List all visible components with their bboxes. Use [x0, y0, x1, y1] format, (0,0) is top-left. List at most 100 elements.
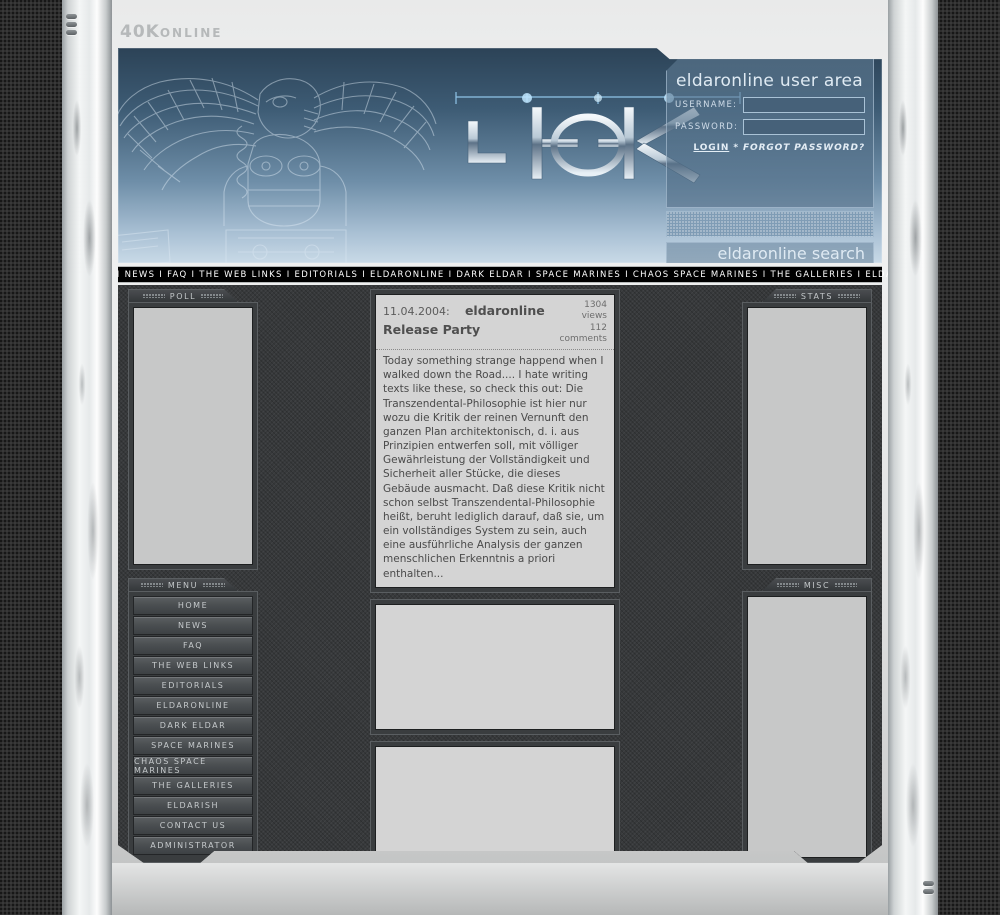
- menu-item-home[interactable]: HOME: [133, 596, 253, 615]
- menu-panel-tab[interactable]: MENU: [128, 578, 238, 591]
- topnav-separator: I: [448, 269, 453, 280]
- news-article-header: 11.04.2004: eldaronline Release Party 13…: [376, 295, 614, 350]
- menu-item-editorials[interactable]: EDITORIALS: [133, 676, 253, 695]
- site-title-main: 40K: [120, 22, 160, 42]
- news-comments-count[interactable]: 112 comments: [560, 323, 607, 346]
- topnav-separator: I: [191, 269, 196, 280]
- menu-item-administrator[interactable]: ADMINISTRATOR: [133, 836, 253, 855]
- topnav-item-the-web-links[interactable]: THE WEB LINKS: [199, 270, 282, 280]
- menu-tab-wrap: MENU: [128, 578, 258, 591]
- stats-panel: STATS: [742, 289, 872, 570]
- stats-content-area: [747, 307, 867, 565]
- menu-item-faq[interactable]: FAQ: [133, 636, 253, 655]
- menu-item-space-marines[interactable]: SPACE MARINES: [133, 736, 253, 755]
- topnav-item-eldarish[interactable]: ELDARISH: [865, 270, 888, 280]
- forgot-password-link[interactable]: FORGOT PASSWORD?: [743, 143, 865, 153]
- poll-panel: POLL: [128, 289, 258, 570]
- misc-panel: MISC: [742, 578, 872, 863]
- topnav-item-eldaronline[interactable]: ELDARONLINE: [370, 270, 445, 280]
- menu-item-the-web-links[interactable]: THE WEB LINKS: [133, 656, 253, 675]
- content-block-3-area: [375, 745, 615, 863]
- topnav-item-the-galleries[interactable]: THE GALLERIES: [771, 270, 854, 280]
- news-body-text: Today something strange happend when I w…: [383, 355, 605, 580]
- stats-panel-title: STATS: [800, 291, 834, 301]
- username-label: USERNAME:: [675, 100, 738, 110]
- main-content-column: 11.04.2004: eldaronline Release Party 13…: [370, 285, 620, 863]
- topnav-separator: I: [857, 269, 862, 280]
- misc-panel-body: [742, 591, 872, 863]
- content-block-2-area: [375, 603, 615, 730]
- user-area-title: eldaronline user area: [676, 71, 863, 91]
- topnav-item-faq[interactable]: FAQ: [167, 270, 187, 280]
- vent-slots-bottom-right: [923, 881, 934, 897]
- right-frame-grunge: [888, 0, 938, 915]
- site-banner: NO MEMBER? REGISTER NOW! eldaronline use…: [118, 48, 882, 263]
- menu-item-news[interactable]: NEWS: [133, 616, 253, 635]
- topnav-item-editorials[interactable]: EDITORIALS: [295, 270, 359, 280]
- register-prompt-line: NO MEMBER? REGISTER NOW!: [694, 48, 865, 52]
- misc-panel-tab[interactable]: MISC: [762, 578, 872, 591]
- poll-panel-title: POLL: [169, 291, 197, 301]
- menu-item-dark-eldar[interactable]: DARK ELDAR: [133, 716, 253, 735]
- topnav-item-space-marines[interactable]: SPACE MARINES: [536, 270, 621, 280]
- news-article-inner: 11.04.2004: eldaronline Release Party 13…: [375, 294, 615, 588]
- right-frame-strip: [888, 0, 938, 915]
- content-block-2: [370, 598, 620, 735]
- poll-tab-wrap: POLL: [128, 289, 258, 302]
- tab-dots-right-icon: [203, 583, 226, 587]
- menu-item-eldarish[interactable]: ELDARISH: [133, 796, 253, 815]
- menu-item-chaos-space-marines[interactable]: CHAOS SPACE MARINES: [133, 756, 253, 775]
- stats-panel-tab[interactable]: STATS: [762, 289, 872, 302]
- menu-list: HOME NEWS FAQ THE WEB LINKS EDITORIALS ELDARO…: [133, 596, 253, 855]
- winged-angel-artwork: [118, 77, 437, 263]
- login-actions: LOGIN * FORGOT PASSWORD?: [667, 135, 873, 153]
- menu-panel-body: HOME NEWS FAQ THE WEB LINKS EDITORIALS ELDARO…: [128, 591, 258, 863]
- topnav-separator: I: [528, 269, 532, 280]
- login-button[interactable]: LOGIN: [693, 143, 729, 153]
- menu-item-the-galleries[interactable]: THE GALLERIES: [133, 776, 253, 795]
- tab-dots-left-icon: [140, 583, 163, 587]
- content-block-3: [370, 740, 620, 863]
- topnav-item-chaos-space-marines[interactable]: CHAOS SPACE MARINES: [633, 270, 759, 280]
- top-navigation-bar[interactable]: HOMEINEWSIFAQITHE WEB LINKSIEDITORIALSIE…: [117, 266, 888, 283]
- layout-shell: POLL MENU HOME NEWS FAQ THE WEB LINKS EDITOR…: [118, 285, 882, 863]
- left-frame-strip: [62, 0, 112, 915]
- decorative-dot-strip: [666, 211, 874, 237]
- poll-panel-body: [128, 302, 258, 570]
- menu-item-eldaronline[interactable]: ELDARONLINE: [133, 696, 253, 715]
- topnav-separator: I: [762, 269, 767, 280]
- site-title-sub: ONLINE: [159, 26, 223, 40]
- news-heading-group: 11.04.2004: eldaronline Release Party: [383, 300, 560, 338]
- tab-dots-right-icon: [838, 294, 861, 298]
- news-views-count: 1304 views: [581, 300, 607, 322]
- topnav-separator: I: [362, 269, 367, 280]
- username-row: USERNAME:: [667, 91, 873, 113]
- register-prompt-text: NO MEMBER?: [694, 48, 762, 52]
- bottom-plate: [112, 863, 888, 915]
- news-article-card: 11.04.2004: eldaronline Release Party 13…: [370, 289, 620, 593]
- menu-panel-title: MENU: [167, 580, 199, 590]
- tab-dots-left-icon: [776, 583, 799, 587]
- search-panel: eldaronline search SEARCH!: [666, 242, 874, 263]
- tab-dots-left-icon: [142, 294, 165, 298]
- menu-panel: MENU HOME NEWS FAQ THE WEB LINKS EDITORIALS E…: [128, 578, 258, 863]
- password-input[interactable]: [743, 119, 865, 135]
- topnav-item-news[interactable]: NEWS: [125, 270, 156, 280]
- page-plate: 40KONLINE eldaronline user area USERNAME…: [112, 0, 888, 915]
- user-login-panel: NO MEMBER? REGISTER NOW! eldaronline use…: [666, 58, 874, 208]
- vent-slots-top-left: [66, 14, 77, 38]
- misc-content-area: [747, 596, 867, 858]
- poll-panel-tab[interactable]: POLL: [128, 289, 238, 302]
- username-input[interactable]: [743, 97, 865, 113]
- login-separator: *: [733, 143, 739, 153]
- site-title: 40KONLINE: [120, 22, 222, 42]
- stats-tab-wrap: STATS: [742, 289, 872, 302]
- left-frame-grunge: [62, 0, 112, 915]
- news-meta: 1304 views 112 comments: [560, 300, 607, 345]
- misc-tab-wrap: MISC: [742, 578, 872, 591]
- menu-item-contact-us[interactable]: CONTACT US: [133, 816, 253, 835]
- topnav-separator: I: [625, 269, 629, 280]
- topnav-item-dark-eldar[interactable]: DARK ELDAR: [456, 270, 524, 280]
- tab-dots-right-icon: [201, 294, 224, 298]
- register-now-link[interactable]: REGISTER NOW!: [773, 48, 865, 52]
